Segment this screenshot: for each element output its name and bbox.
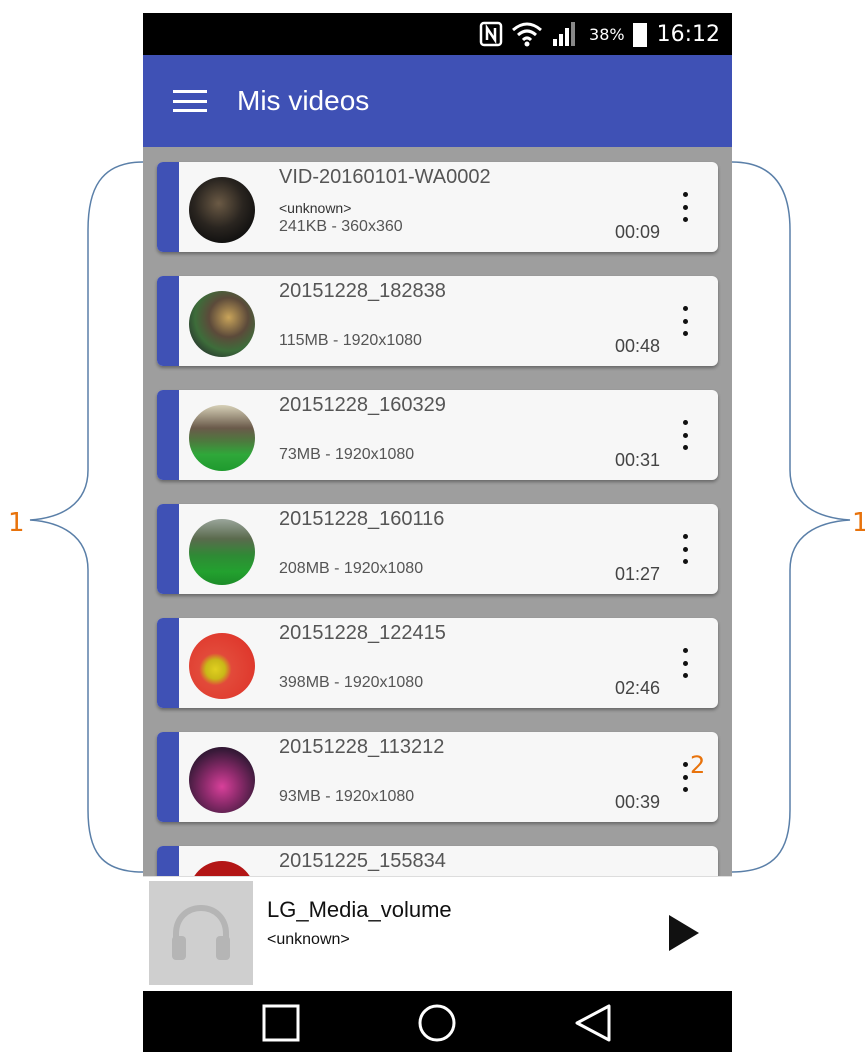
back-triangle-icon[interactable] [573,1003,613,1043]
video-list-item[interactable]: VID-20160101-WA0002 <unknown> 241KB - 36… [157,162,718,252]
video-list-item[interactable]: 20151228_182838 115MB - 1920x1080 00:48 [157,276,718,366]
annotation-label-right: 1 [852,508,865,538]
video-thumbnail [189,291,255,357]
video-title: 20151228_160116 [279,508,445,530]
video-size-resolution: 241KB - 360x360 [279,218,403,235]
video-thumbnail [189,177,255,243]
page-title: Mis videos [237,85,370,116]
video-size-resolution: 93MB - 1920x1080 [279,788,415,805]
player-artist: <unknown> [267,931,350,948]
video-list-item[interactable]: 20151225_155834 [157,846,718,876]
more-options-icon[interactable] [680,192,690,222]
play-icon[interactable] [663,913,703,953]
hamburger-menu-icon[interactable] [173,90,207,112]
card-accent-stripe [157,618,179,708]
card-accent-stripe [157,732,179,822]
video-list-item[interactable]: 20151228_160116 208MB - 1920x1080 01:27 [157,504,718,594]
video-size-resolution: 208MB - 1920x1080 [279,560,424,577]
more-options-icon[interactable] [680,534,690,564]
more-options-icon[interactable] [680,420,690,450]
more-options-icon[interactable] [680,648,690,678]
recents-square-icon[interactable] [261,1003,301,1043]
video-thumbnail [189,633,255,699]
video-duration: 00:31 [614,450,660,470]
clock: 16:12 [656,21,720,47]
video-list-item[interactable]: 20151228_113212 93MB - 1920x1080 00:39 [157,732,718,822]
system-navigation-bar [143,991,732,1052]
video-title: 20151228_113212 [279,736,445,758]
video-duration: 00:09 [614,222,660,242]
video-size-resolution: 398MB - 1920x1080 [279,674,424,691]
battery-percent: 38% [589,24,625,44]
card-accent-stripe [157,276,179,366]
video-duration: 01:27 [614,564,660,584]
mini-player[interactable]: LG_Media_volume <unknown> [143,876,732,992]
video-title: 20151228_160329 [279,394,446,416]
video-duration: 02:46 [614,678,660,698]
wifi-icon [512,22,543,47]
phone-screen: 38% 16:12 Mis videos VID-20160101-WA0002… [143,13,732,1052]
video-thumbnail [189,861,255,876]
headphones-icon [172,904,230,960]
video-title: VID-20160101-WA0002 [279,166,491,188]
annotation-label-more: 2 [690,751,706,779]
video-size-resolution: 73MB - 1920x1080 [279,446,415,463]
video-list[interactable]: VID-20160101-WA0002 <unknown> 241KB - 36… [143,147,732,876]
app-bar: Mis videos [143,55,732,147]
video-list-item[interactable]: 20151228_122415 398MB - 1920x1080 02:46 [157,618,718,708]
video-thumbnail [189,405,255,471]
signal-icon [553,22,576,46]
video-thumbnail [189,747,255,813]
video-size-resolution: 115MB - 1920x1080 [279,332,422,349]
video-list-item[interactable]: 20151228_160329 73MB - 1920x1080 00:31 [157,390,718,480]
video-title: 20151225_155834 [279,850,446,872]
video-title: 20151228_122415 [279,622,446,644]
video-duration: 00:39 [614,792,660,812]
player-title: LG_Media_volume [267,897,452,922]
card-accent-stripe [157,390,179,480]
card-accent-stripe [157,504,179,594]
video-artist: <unknown> [279,200,352,216]
album-art [149,881,253,985]
video-thumbnail [189,519,255,585]
nfc-icon [479,21,503,47]
card-accent-stripe [157,846,179,876]
more-options-icon[interactable] [680,306,690,336]
home-circle-icon[interactable] [417,1003,457,1043]
more-options-icon[interactable] [680,762,690,792]
video-duration: 00:48 [614,336,660,356]
video-title: 20151228_182838 [279,280,446,302]
card-accent-stripe [157,162,179,252]
battery-icon [632,23,647,47]
status-bar: 38% 16:12 [143,13,732,55]
annotation-label-left: 1 [8,508,25,538]
